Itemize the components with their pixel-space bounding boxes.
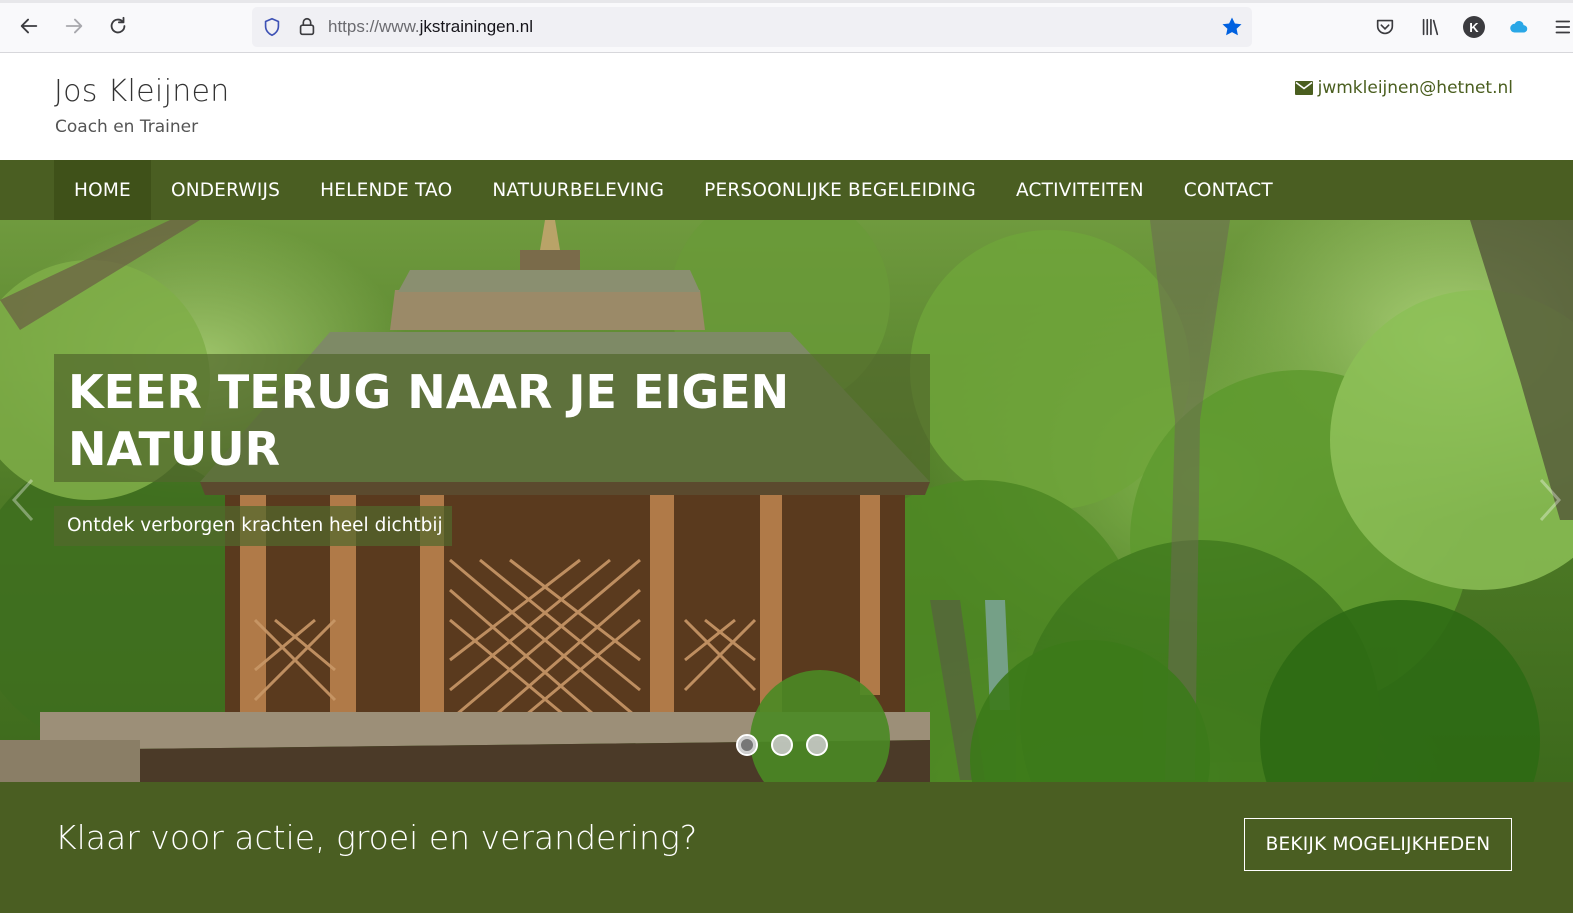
nav-item-activiteiten[interactable]: ACTIVITEITEN: [996, 160, 1164, 220]
url-domain: jkstrainingen.nl: [419, 17, 534, 36]
envelope-icon: [1294, 81, 1313, 95]
carousel-dot-2[interactable]: [771, 734, 793, 756]
nav-item-helende-tao[interactable]: HELENDE TAO: [300, 160, 472, 220]
library-button[interactable]: [1418, 15, 1442, 39]
brand-subtitle: Coach en Trainer: [55, 117, 199, 137]
back-button[interactable]: [15, 12, 43, 40]
url-prefix: https://www.: [328, 17, 420, 36]
url-text[interactable]: https://www.jkstrainingen.nl: [328, 17, 533, 37]
account-button[interactable]: K: [1462, 15, 1486, 39]
browser-toolbar: https://www.jkstrainingen.nl K: [0, 0, 1573, 53]
carousel-dot-3[interactable]: [806, 734, 828, 756]
brand-name[interactable]: Jos Kleijnen: [54, 74, 230, 109]
email-address: jwmkleijnen@hetnet.nl: [1317, 78, 1513, 98]
library-icon: [1422, 18, 1439, 36]
nav-item-home[interactable]: HOME: [54, 160, 151, 220]
reload-button[interactable]: [104, 12, 132, 40]
lock-icon[interactable]: [296, 16, 318, 38]
carousel-indicators: [736, 734, 841, 756]
nav-item-contact[interactable]: CONTACT: [1164, 160, 1293, 220]
avatar-letter: K: [1469, 19, 1479, 35]
call-to-action-bar: Klaar voor actie, groei en verandering? …: [0, 782, 1573, 913]
nav-item-onderwijs[interactable]: ONDERWIJS: [151, 160, 300, 220]
reload-icon: [110, 16, 126, 34]
carousel-dot-1[interactable]: [736, 734, 758, 756]
hero-carousel: KEER TERUG NAAR JE EIGEN NATUUR Ontdek v…: [0, 220, 1573, 782]
cloud-icon: [1510, 20, 1528, 33]
site-header: Jos Kleijnen Coach en Trainer jwmkleijne…: [0, 54, 1573, 160]
menu-button[interactable]: [1552, 15, 1573, 39]
tab-strip-edge: [0, 0, 1573, 3]
hero-image-gazebo-forest: [0, 220, 1573, 782]
hero-subtitle: Ontdek verborgen krachten heel dichtbij: [67, 515, 443, 536]
cta-text: Klaar voor actie, groei en verandering?: [55, 818, 698, 857]
hero-title: KEER TERUG NAAR JE EIGEN NATUUR: [68, 365, 790, 476]
shield-icon[interactable]: [261, 16, 283, 38]
pocket-icon: [1376, 19, 1394, 35]
forward-button[interactable]: [60, 12, 88, 40]
bekijk-mogelijkheden-button[interactable]: BEKIJK MOGELIJKHEDEN: [1244, 818, 1512, 871]
forward-arrow-icon: [65, 18, 83, 34]
bookmark-star-icon[interactable]: [1220, 15, 1244, 39]
email-link[interactable]: jwmkleijnen@hetnet.nl: [1294, 78, 1513, 98]
cloud-extension-button[interactable]: [1507, 15, 1531, 39]
nav-item-persoonlijke-begeleiding[interactable]: PERSOONLIJKE BEGELEIDING: [684, 160, 996, 220]
menu-icon: [1555, 20, 1570, 34]
account-avatar-icon: K: [1463, 16, 1485, 38]
pocket-button[interactable]: [1373, 15, 1397, 39]
back-arrow-icon: [20, 18, 38, 34]
carousel-prev-arrow-icon[interactable]: [4, 470, 44, 530]
address-bar[interactable]: https://www.jkstrainingen.nl: [252, 7, 1252, 47]
main-navigation: HOME ONDERWIJS HELENDE TAO NATUURBELEVIN…: [0, 160, 1573, 220]
nav-item-natuurbeleving[interactable]: NATUURBELEVING: [472, 160, 684, 220]
carousel-next-arrow-icon[interactable]: [1529, 470, 1569, 530]
